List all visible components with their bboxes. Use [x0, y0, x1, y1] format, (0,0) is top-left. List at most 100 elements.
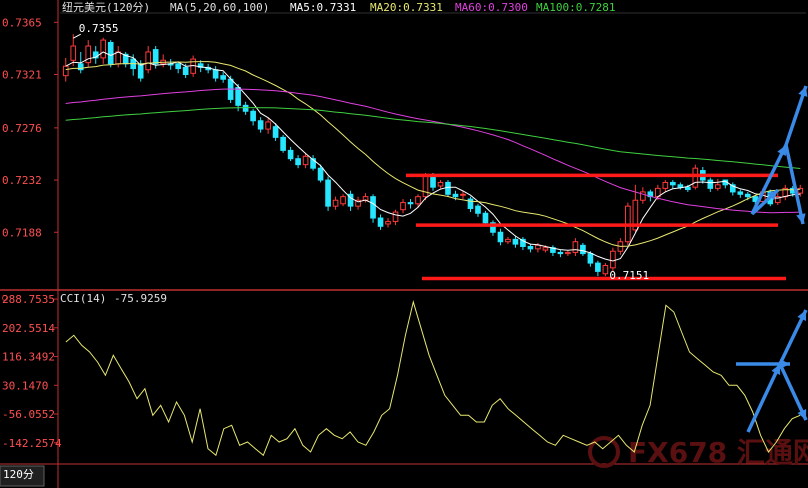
candle-body	[265, 121, 271, 130]
candle-body	[145, 51, 152, 71]
price-tick-label: 0.7188	[2, 226, 42, 239]
cci-tick-label: 202.5514	[2, 322, 55, 335]
candle-body	[212, 69, 219, 79]
candle-body	[100, 39, 107, 59]
candle-body	[317, 167, 324, 181]
candle-body	[302, 155, 309, 166]
candle-body	[452, 193, 459, 198]
cci-value: -75.9259	[114, 292, 167, 305]
cci-tick-label: -56.0552	[2, 408, 55, 421]
candle	[107, 40, 114, 68]
candle-body	[407, 202, 414, 205]
cci-tick-label: 116.3492	[2, 351, 55, 364]
chart-background	[0, 0, 808, 488]
candle-body	[415, 196, 421, 205]
candlestick-chart[interactable]: 0.7365 0.7321 0.7276 0.7232 0.7188 288.7535 20…	[0, 0, 808, 488]
candle-body	[557, 251, 564, 255]
candle-body	[115, 51, 122, 65]
cci-tick-label: 30.1470	[2, 379, 48, 392]
candle-body	[714, 184, 721, 189]
candle-body	[152, 49, 159, 65]
candle-body	[542, 247, 549, 251]
candle-body	[295, 158, 301, 166]
candle-body	[527, 245, 534, 250]
candle-body	[430, 174, 436, 188]
price-tick-label: 0.7321	[2, 68, 42, 81]
candle-body	[467, 198, 474, 210]
candle-body	[475, 205, 481, 214]
ma5-value: MA5:0.7331	[290, 1, 356, 14]
symbol-label: 纽元美元(120分)	[62, 0, 150, 14]
candle-body	[535, 244, 541, 250]
cci-tick-label: 288.7535	[2, 293, 55, 306]
high-annotation: 0.7355	[79, 22, 119, 35]
candle-body	[70, 45, 77, 61]
ma60-value: MA60:0.7300	[455, 1, 528, 14]
price-tick-label: 0.7232	[2, 174, 42, 187]
candle-body	[220, 75, 226, 80]
price-tick-label: 0.7276	[2, 122, 42, 135]
candle-body	[287, 149, 294, 160]
candle-body	[437, 181, 444, 187]
candle-body	[242, 104, 249, 112]
candle-body	[565, 251, 571, 255]
ma-params-label: MA(5,20,60,100)	[170, 1, 269, 14]
candle-body	[377, 217, 384, 227]
candle	[280, 134, 286, 153]
cci-label: CCI(14)	[60, 292, 106, 305]
candle-body	[505, 238, 511, 243]
candle-body	[280, 136, 286, 151]
price-tick-label: 0.7365	[2, 16, 42, 29]
candle-body	[595, 262, 601, 272]
candle-body	[670, 181, 676, 186]
candle-body	[460, 193, 466, 196]
candle	[610, 247, 616, 272]
candle-body	[257, 120, 264, 130]
cci-tick-label: -142.2574	[2, 437, 62, 450]
candle-body	[422, 174, 429, 198]
candle-body	[640, 191, 646, 201]
candle	[602, 263, 609, 277]
candle-body	[482, 212, 489, 224]
ma100-value: MA100:0.7281	[536, 1, 615, 14]
candle-body	[325, 179, 331, 207]
candle-body	[235, 87, 241, 106]
candle-body	[610, 250, 616, 269]
watermark-text: FX678 汇通网	[628, 436, 808, 469]
candle-body	[62, 65, 69, 77]
candle-body	[400, 202, 406, 211]
candle-body	[692, 167, 699, 188]
candle	[580, 242, 586, 256]
candle-body	[677, 184, 684, 188]
candle-body	[580, 244, 586, 255]
candle-body	[175, 63, 181, 70]
candle	[325, 176, 331, 211]
candle-body	[250, 110, 256, 122]
candle	[370, 194, 376, 223]
candle-body	[497, 231, 504, 243]
candle-body	[602, 264, 609, 275]
period-tab[interactable]: 120分	[3, 468, 34, 481]
candle-body	[182, 66, 189, 75]
candle-body	[572, 241, 579, 253]
candle-body	[137, 63, 144, 79]
candle-body	[385, 221, 391, 225]
candle-body	[445, 181, 451, 195]
candle-body	[392, 211, 399, 223]
candle-body	[737, 191, 744, 195]
candle-body	[107, 41, 114, 65]
candle	[445, 180, 451, 197]
candle	[692, 164, 699, 190]
candle-body	[272, 126, 279, 138]
candle-body	[587, 253, 594, 264]
candle-body	[685, 186, 691, 191]
candle-body	[340, 196, 346, 205]
candle-body	[744, 193, 751, 198]
low-annotation: 0.7151	[609, 269, 649, 282]
candle-body	[370, 196, 376, 219]
ma20-value: MA20:0.7331	[370, 1, 443, 14]
candle-body	[662, 181, 669, 189]
candle-body	[707, 179, 714, 189]
candle-body	[512, 238, 519, 245]
candle-body	[332, 199, 339, 207]
